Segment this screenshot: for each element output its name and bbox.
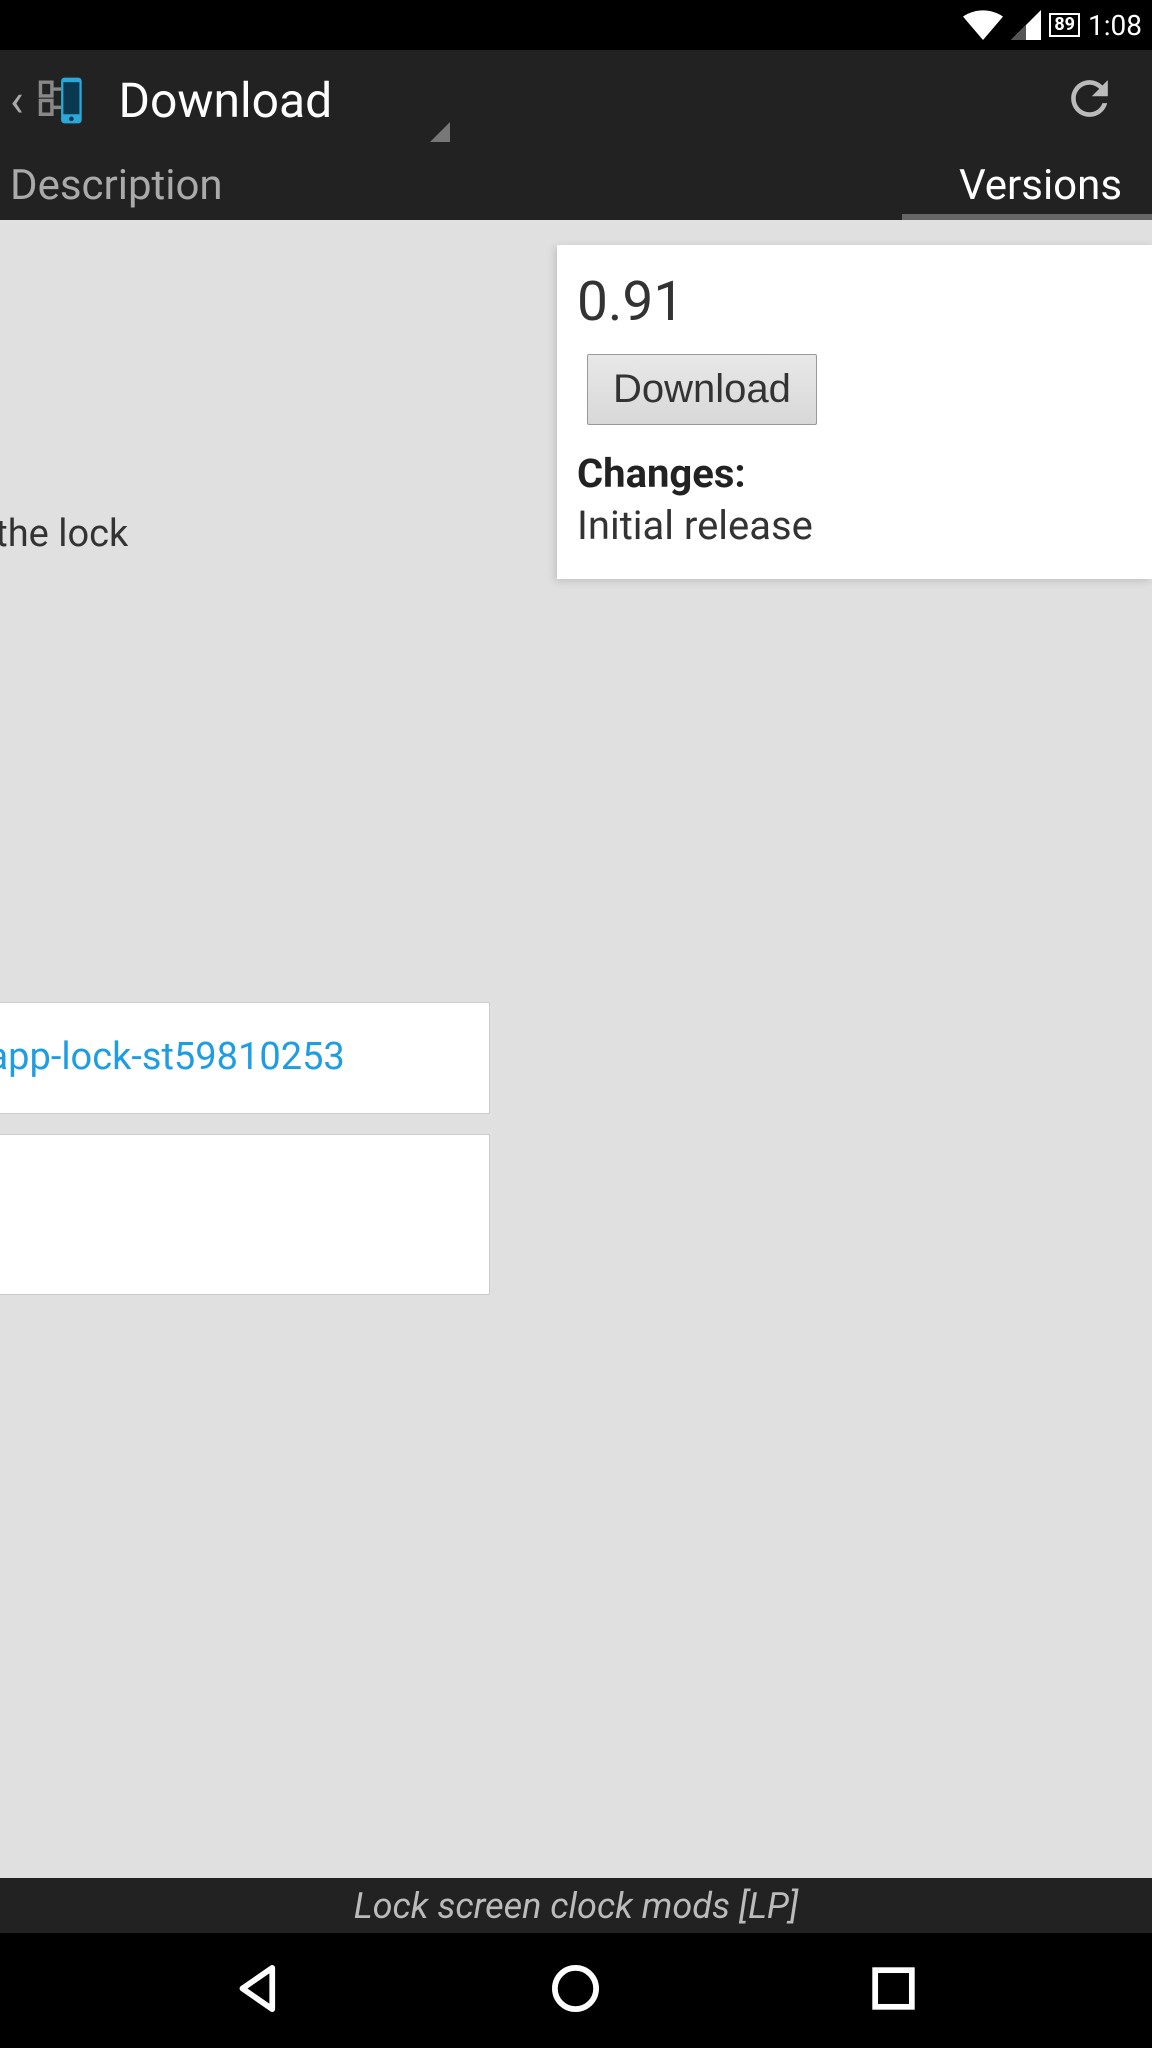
- app-bar-title[interactable]: Download: [119, 72, 333, 129]
- triangle-back-icon: [231, 1961, 286, 2016]
- chevron-left-icon: ‹: [10, 78, 24, 123]
- refresh-icon: [1062, 71, 1117, 126]
- description-text-1: ze some features of the lock: [0, 510, 490, 559]
- download-button[interactable]: Download: [587, 354, 817, 425]
- description-text-4: .: [0, 933, 490, 982]
- description-panel: ds [LP] 5.jpg .jpg ze some features of t…: [0, 220, 510, 1315]
- version-number: 0.91: [577, 270, 1132, 334]
- navigation-bar: [0, 1933, 1152, 2048]
- nav-recent-button[interactable]: [866, 1961, 921, 2020]
- nav-home-button[interactable]: [548, 1961, 603, 2020]
- xda-link-card[interactable]: /xposed/modules/app-lock-st59810253: [0, 1002, 490, 1113]
- changes-text: Initial release: [577, 502, 1132, 549]
- tab-bar: Description Versions: [0, 150, 1152, 220]
- tab-description[interactable]: Description: [0, 151, 243, 220]
- app-bar: ‹ Download: [0, 50, 1152, 150]
- content-area[interactable]: ds [LP] 5.jpg .jpg ze some features of t…: [0, 220, 1152, 1878]
- xda-link-text: /xposed/modules/app-lock-st59810253: [0, 1035, 345, 1079]
- module-title: ds [LP]: [0, 220, 510, 336]
- cell-signal-icon: [1011, 10, 1041, 40]
- back-button[interactable]: ‹: [10, 73, 84, 128]
- xposed-icon: [29, 73, 84, 128]
- circle-home-icon: [548, 1961, 603, 2016]
- description-text-2: ier label.: [0, 564, 490, 613]
- wifi-icon: [963, 10, 1003, 40]
- description-text-3: carrier label text.: [0, 844, 490, 893]
- tab-versions[interactable]: Versions: [939, 151, 1142, 220]
- battery-level: 89: [1049, 13, 1080, 37]
- source-link-card[interactable]: ods: [0, 1134, 490, 1295]
- refresh-button[interactable]: [1062, 71, 1117, 130]
- nav-back-button[interactable]: [231, 1961, 286, 2020]
- status-time: 1:08: [1088, 9, 1142, 42]
- spinner-dropdown-icon[interactable]: [430, 122, 450, 142]
- status-bar: 89 1:08: [0, 0, 1152, 50]
- square-recent-icon: [866, 1961, 921, 2016]
- footer-module-name: Lock screen clock mods [LP]: [0, 1878, 1152, 1933]
- changes-label: Changes:: [577, 450, 1132, 497]
- version-card: 0.91 Download Changes: Initial release: [557, 245, 1152, 579]
